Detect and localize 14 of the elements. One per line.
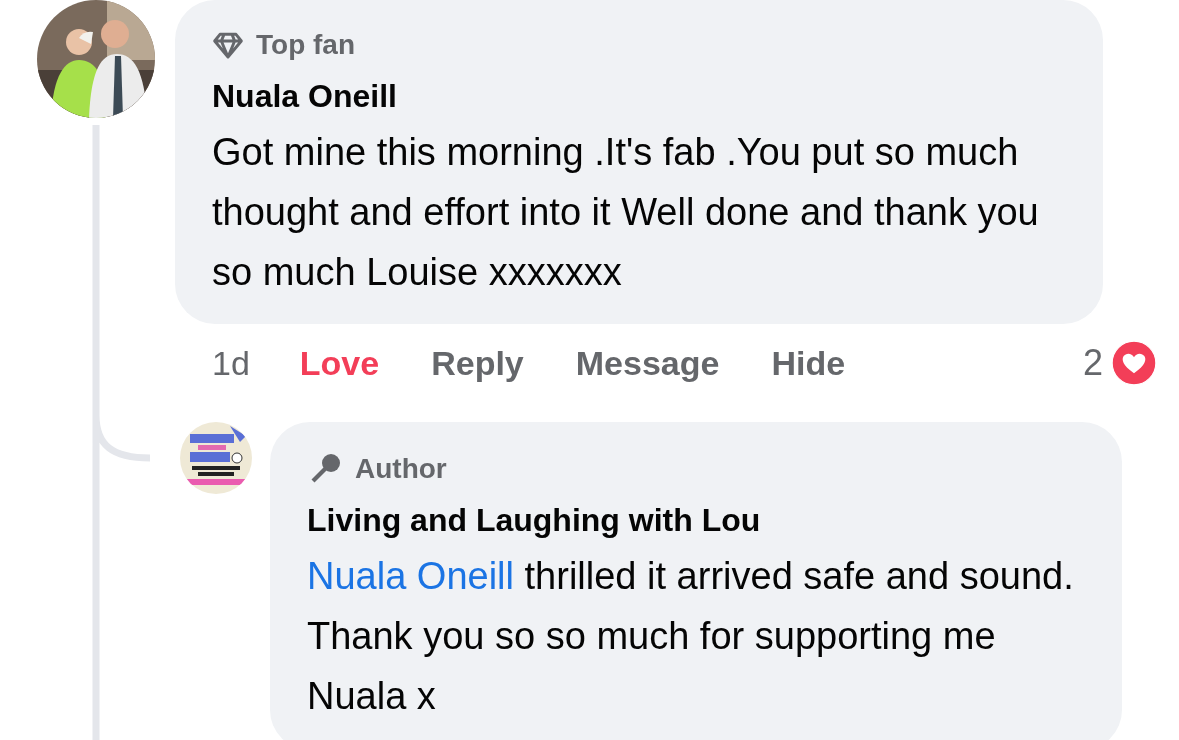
reaction-count: 2: [1082, 341, 1103, 385]
action-link[interactable]: Reply: [431, 337, 524, 389]
comment-text: Got mine this morning .It's fab .You put so much thought and effort into it Well done and thank you so much Louise xxxxxxx: [212, 130, 1040, 295]
timestamp: 1d: [212, 342, 250, 384]
author-label: Author: [355, 452, 447, 486]
top-fan-label: Top fan: [256, 28, 355, 62]
author-name[interactable]: Nuala Oneill: [212, 72, 1073, 120]
action-link[interactable]: Message: [575, 337, 720, 389]
mention-link[interactable]: Nuala Oneill: [307, 555, 514, 597]
heart-reaction-icon[interactable]: [1111, 340, 1157, 386]
action-link[interactable]: Hide: [771, 337, 846, 389]
author-name[interactable]: Living and Laughing with Lou: [307, 496, 1092, 544]
action-link[interactable]: Love: [299, 337, 380, 389]
reply-text: Nuala Oneill thrilled it arrived safe and sound. Thank you so so much for supporting me Nuala x: [307, 554, 1075, 719]
